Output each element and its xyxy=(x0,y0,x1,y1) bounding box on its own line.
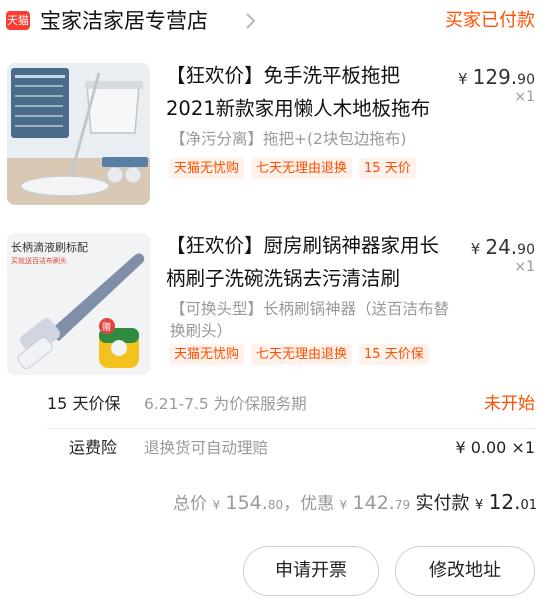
dish-brush-image[interactable]: 长柄滴液刷标配 买就送百洁布刷头 赠 xyxy=(7,233,150,375)
service-tag: 天猫无忧购 xyxy=(169,344,245,365)
product-sku: 【净污分离】拖把+(2块包边拖布) xyxy=(170,130,407,148)
product-item[interactable]: 长柄滴液刷标配 买就送百洁布刷头 赠 【狂欢价】厨房刷锅神器家用长柄刷子洗碗洗锅… xyxy=(0,225,557,380)
chevron-right-icon[interactable] xyxy=(244,12,256,30)
shipping-insurance-desc: 退换货可自动理赔 xyxy=(144,439,269,457)
discount-label: ，优惠 xyxy=(283,494,335,514)
service-tag: 天猫无忧购 xyxy=(169,158,245,179)
product-sku: 【可换头型】长柄刷锅神器（送百洁布替换刷头） xyxy=(170,300,450,340)
service-tag: 15 天价保 xyxy=(359,344,429,365)
price-protection-label: 15 天价保 xyxy=(47,394,121,413)
divider xyxy=(47,428,535,429)
product-price: ¥ 24.90 xyxy=(470,235,535,259)
product-title[interactable]: 【狂欢价】免手洗平板拖把2021新款家用懒人木地板拖布 xyxy=(166,59,442,125)
product-item[interactable]: 【狂欢价】免手洗平板拖把2021新款家用懒人木地板拖布 ¥ 129.90 ×1 … xyxy=(0,55,557,210)
tmall-badge-icon: 天猫 xyxy=(6,11,30,30)
product-title[interactable]: 【狂欢价】厨房刷锅神器家用长柄刷子洗碗洗锅去污清洁刷 xyxy=(166,229,442,295)
shop-name[interactable]: 宝家洁家居专营店 xyxy=(40,6,208,36)
service-tags: 天猫无忧购 七天无理由退换 15 天价保 xyxy=(169,344,442,365)
total-price: 154. xyxy=(225,492,268,514)
spin-mop-bucket-image[interactable] xyxy=(7,63,150,205)
service-tag: 七天无理由退换 xyxy=(251,158,353,179)
paid-amount: 12. xyxy=(488,490,521,514)
service-tags: 天猫无忧购 七天无理由退换 15 天价 xyxy=(169,158,439,179)
shipping-insurance-value: ¥ 0.00 ×1 xyxy=(455,438,535,457)
order-status: 买家已付款 xyxy=(445,10,535,31)
request-invoice-button[interactable]: 申请开票 xyxy=(243,546,379,596)
shipping-insurance-label: 运费险 xyxy=(69,438,118,457)
order-totals: 总价 ¥ 154.80，优惠 ¥ 142.79 实付款 ¥ 12.01 xyxy=(173,490,537,514)
price-protection-status: 未开始 xyxy=(484,394,535,414)
price-protection-row[interactable]: 15 天价保 6.21-7.5 为价保服务期 未开始 xyxy=(0,392,557,432)
paid-label: 实付款 xyxy=(415,493,470,514)
image-caption: 长柄滴液刷标配 xyxy=(11,240,88,254)
total-label: 总价 xyxy=(173,494,208,514)
discount-amount: 142. xyxy=(352,492,395,514)
product-quantity: ×1 xyxy=(514,89,535,105)
product-quantity: ×1 xyxy=(514,259,535,275)
price-protection-desc: 6.21-7.5 为价保服务期 xyxy=(144,395,307,413)
gift-badge: 赠 xyxy=(102,321,111,333)
image-subcaption: 买就送百洁布刷头 xyxy=(11,256,67,265)
modify-address-button[interactable]: 修改地址 xyxy=(395,546,535,596)
service-tag: 七天无理由退换 xyxy=(251,344,353,365)
service-tag: 15 天价 xyxy=(359,158,416,179)
product-price: ¥ 129.90 xyxy=(458,65,535,89)
order-header: 天猫 宝家洁家居专营店 买家已付款 xyxy=(0,0,557,44)
shipping-insurance-row[interactable]: 运费险 退换货可自动理赔 ¥ 0.00 ×1 xyxy=(0,436,557,476)
